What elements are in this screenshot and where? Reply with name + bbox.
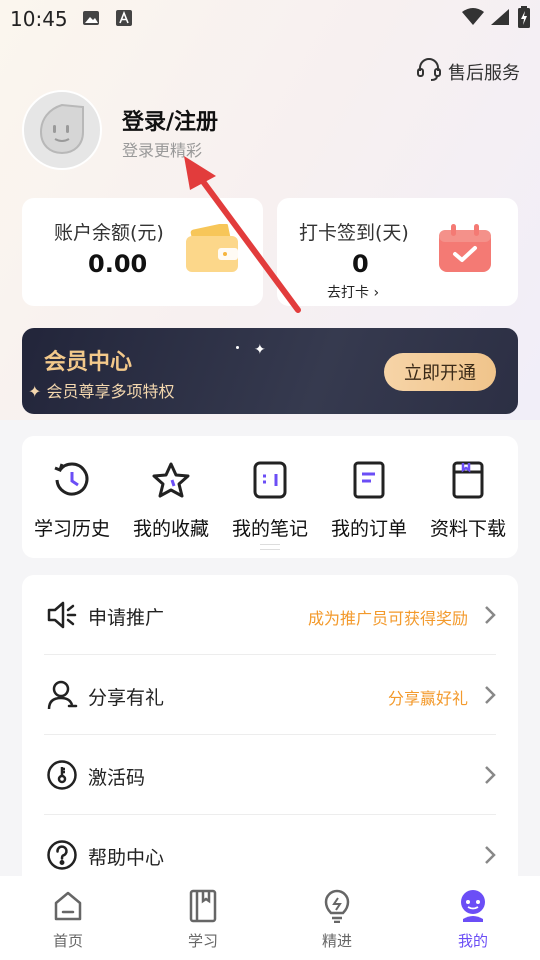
- quick-item-downloads[interactable]: 资料下载: [418, 458, 518, 541]
- chevron-right-icon: [484, 685, 496, 709]
- help-icon: [46, 839, 78, 875]
- user-icon: [46, 679, 78, 715]
- image-icon: [82, 10, 100, 30]
- open-vip-button[interactable]: 立即开通: [384, 353, 496, 391]
- vip-center-banner[interactable]: 会员中心 ✦ 会员尊享多项特权 ✦ 立即开通: [22, 328, 518, 414]
- wifi-icon: [462, 8, 484, 30]
- quick-item-label: 学习历史: [33, 518, 110, 540]
- menu-row-hint: 成为推广员可获得奖励: [307, 609, 468, 628]
- menu-row-label: 激活码: [88, 767, 146, 789]
- chevron-right-icon: [484, 845, 496, 869]
- headset-icon: [416, 56, 442, 87]
- sparkle-icon: ✦: [254, 342, 266, 358]
- menu-row-label: 分享有礼: [88, 687, 165, 709]
- signal-icon: [490, 8, 510, 30]
- vip-subtitle-text: 会员尊享多项特权: [46, 382, 175, 401]
- tab-advance[interactable]: 精进: [297, 888, 377, 951]
- bottom-tab-bar: 首页 学习 精进 我的: [0, 876, 540, 960]
- settings-menu: 申请推广 成为推广员可获得奖励 分享有礼 分享赢好礼 激活码 帮助中心: [22, 575, 518, 895]
- font-icon: [116, 10, 132, 30]
- vip-title: 会员中心: [44, 350, 133, 375]
- quick-item-history[interactable]: 学习历史: [22, 458, 122, 541]
- sparkle-icon: ✦: [28, 382, 47, 401]
- battery-icon: [518, 6, 530, 32]
- status-bar: 10:45: [0, 0, 540, 38]
- checkin-action-link[interactable]: 去打卡 ›: [327, 282, 379, 302]
- tab-mine[interactable]: 我的: [433, 888, 513, 951]
- quick-item-orders[interactable]: 我的订单: [319, 458, 419, 541]
- menu-row-label: 帮助中心: [88, 847, 165, 869]
- book-icon: [163, 888, 243, 924]
- after-sale-service-button[interactable]: 售后服务: [416, 56, 520, 87]
- menu-row-hint: 分享赢好礼: [387, 689, 468, 708]
- chevron-right-icon: ›: [373, 285, 380, 301]
- history-icon: [22, 458, 122, 502]
- profile-icon: [433, 888, 513, 924]
- menu-row-label: 申请推广: [88, 607, 165, 629]
- checkin-value: 0: [352, 250, 369, 278]
- vip-subtitle: ✦ 会员尊享多项特权: [28, 378, 175, 402]
- calendar-icon: [437, 222, 493, 278]
- speaker-icon: [46, 599, 78, 635]
- tab-label: 精进: [321, 932, 352, 950]
- quick-item-label: 我的笔记: [231, 518, 308, 540]
- quick-item-label: 我的收藏: [132, 518, 209, 540]
- annotation-arrow-icon: [184, 156, 301, 313]
- bulb-icon: [297, 888, 377, 924]
- balance-label: 账户余额(元): [54, 222, 164, 244]
- quick-item-notes[interactable]: 我的笔记: [220, 458, 320, 541]
- login-register-link[interactable]: 登录/注册: [122, 104, 218, 136]
- tab-label: 首页: [52, 932, 83, 950]
- menu-row-share[interactable]: 分享有礼 分享赢好礼: [44, 655, 496, 735]
- menu-row-promotion[interactable]: 申请推广 成为推广员可获得奖励: [44, 575, 496, 655]
- menu-row-activation-code[interactable]: 激活码: [44, 735, 496, 815]
- order-icon: [319, 458, 419, 502]
- page-indicator: [260, 544, 280, 550]
- after-sale-service-label: 售后服务: [448, 62, 520, 84]
- chevron-right-icon: [484, 765, 496, 789]
- download-icon: [418, 458, 518, 502]
- star-icon: [121, 458, 221, 502]
- tab-home[interactable]: 首页: [28, 888, 108, 951]
- avatar[interactable]: [22, 90, 102, 170]
- tab-study[interactable]: 学习: [163, 888, 243, 951]
- balance-value: 0.00: [88, 250, 148, 278]
- quick-actions-panel: 学习历史 我的收藏 我的笔记 我的订单 资料下载: [22, 436, 518, 558]
- checkin-action-label: 去打卡: [327, 285, 369, 301]
- tab-label: 我的: [457, 932, 488, 950]
- tab-label: 学习: [187, 932, 218, 950]
- quick-item-label: 资料下载: [429, 518, 506, 540]
- home-icon: [28, 888, 108, 924]
- default-avatar-icon: [39, 103, 84, 155]
- status-time: 10:45: [10, 7, 68, 31]
- notes-icon: [220, 458, 320, 502]
- star-dot: [236, 346, 239, 349]
- chevron-right-icon: [484, 605, 496, 629]
- quick-item-favorites[interactable]: 我的收藏: [121, 458, 221, 541]
- key-icon: [46, 759, 78, 795]
- quick-item-label: 我的订单: [330, 518, 407, 540]
